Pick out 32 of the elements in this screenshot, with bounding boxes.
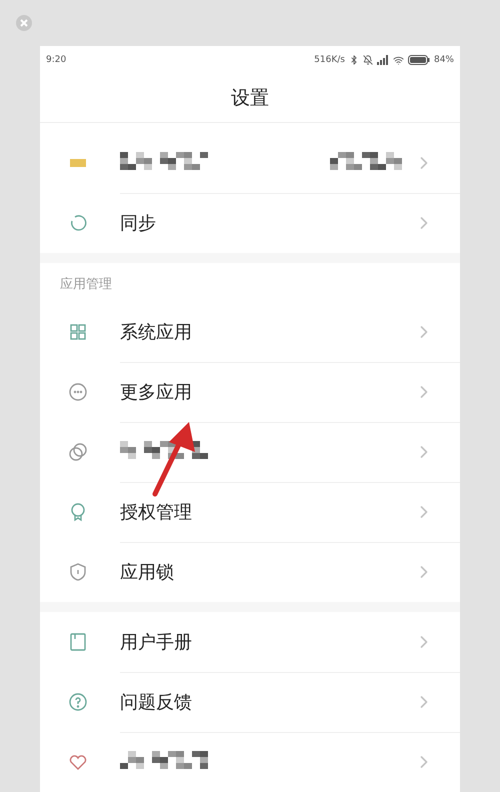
shield-icon	[68, 562, 88, 582]
rings-icon	[68, 442, 88, 462]
settings-row[interactable]: 应用锁	[40, 542, 460, 602]
row-label: 应用锁	[120, 561, 175, 584]
section-heading: 应用管理	[59, 276, 113, 294]
network-speed: 516K/s	[314, 55, 345, 66]
status-time: 9:20	[46, 55, 66, 66]
bluetooth-icon	[348, 55, 359, 66]
bell-off-icon	[362, 55, 373, 66]
settings-row[interactable]: 更多应用	[40, 362, 460, 422]
settings-row[interactable]: 用户手册	[40, 612, 460, 672]
row-label: 同步	[120, 212, 157, 235]
grid-icon	[68, 322, 88, 342]
row-label: 授权管理	[120, 500, 193, 524]
page-title: 设置	[231, 86, 269, 112]
pixelated-value	[330, 152, 402, 170]
row-label: 系统应用	[120, 320, 193, 344]
row-label: 问题反馈	[120, 690, 193, 714]
battery-level: 84%	[434, 55, 454, 66]
settings-row[interactable]: 同步	[40, 193, 460, 253]
settings-row[interactable]: 系统应用	[40, 302, 460, 362]
sync-icon	[68, 213, 88, 233]
battery-icon	[408, 55, 430, 66]
row-label: 更多应用	[120, 380, 193, 404]
book-icon	[68, 632, 88, 652]
help-icon	[68, 692, 88, 712]
signal-icon	[376, 55, 389, 66]
more-icon	[68, 382, 88, 402]
wifi-icon	[392, 54, 404, 66]
settings-row[interactable]: 问题反馈	[40, 672, 460, 732]
row-label: 用户手册	[120, 630, 193, 654]
settings-row[interactable]: 授权管理	[40, 482, 460, 542]
